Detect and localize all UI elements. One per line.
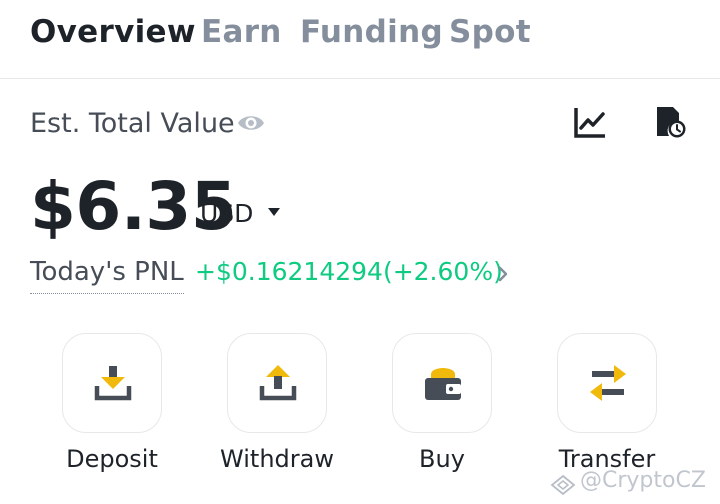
- tab-spot[interactable]: Spot: [449, 14, 531, 50]
- currency-selector[interactable]: USD: [200, 199, 253, 228]
- chart-icon[interactable]: [572, 104, 608, 140]
- watermark-text: @CryptoCZ: [580, 468, 706, 493]
- eye-icon[interactable]: [236, 110, 266, 136]
- watermark-logo-icon: [550, 474, 576, 496]
- est-total-value-label: Est. Total Value: [30, 108, 235, 139]
- tab-overview[interactable]: Overview: [30, 14, 196, 50]
- tab-bar: Overview Earn Funding Spot: [0, 0, 720, 79]
- buy-button[interactable]: [392, 333, 492, 433]
- history-document-icon[interactable]: [652, 104, 688, 140]
- caret-down-icon[interactable]: [267, 207, 281, 217]
- tab-earn[interactable]: Earn: [201, 14, 282, 50]
- tab-funding[interactable]: Funding: [300, 14, 443, 50]
- chevron-right-icon[interactable]: [496, 265, 510, 283]
- todays-pnl-value: +$0.16214294(+2.60%): [195, 257, 503, 286]
- todays-pnl-label[interactable]: Today's PNL: [30, 257, 184, 294]
- deposit-label: Deposit: [66, 445, 158, 473]
- transfer-icon: [590, 365, 626, 401]
- deposit-icon: [94, 366, 132, 401]
- withdraw-label: Withdraw: [220, 445, 334, 473]
- deposit-button[interactable]: [62, 333, 162, 433]
- withdraw-icon: [259, 365, 297, 401]
- wallet-icon: [425, 368, 461, 400]
- transfer-button[interactable]: [557, 333, 657, 433]
- buy-label: Buy: [419, 445, 465, 473]
- withdraw-button[interactable]: [227, 333, 327, 433]
